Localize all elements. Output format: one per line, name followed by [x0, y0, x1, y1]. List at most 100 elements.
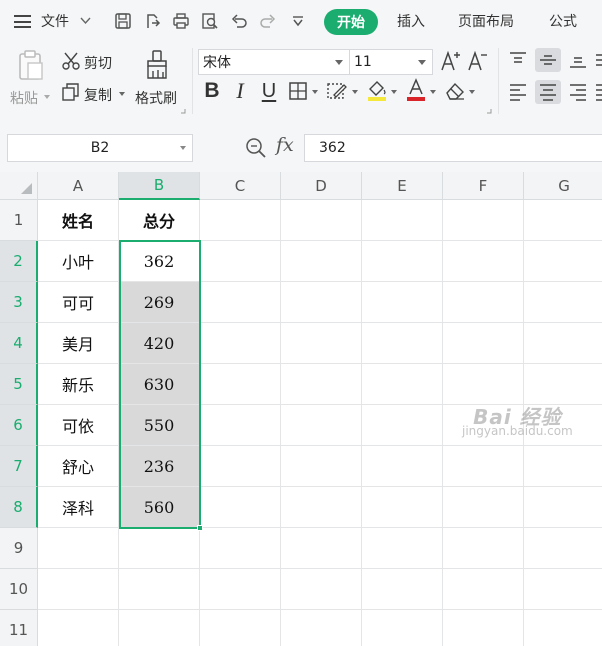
cell-a11[interactable] [38, 610, 119, 646]
font-group-launcher-icon[interactable] [486, 108, 492, 114]
format-painter-button[interactable]: 格式刷 [135, 88, 177, 108]
cell-a1[interactable]: 姓名 [38, 200, 119, 241]
cell-b1[interactable]: 总分 [119, 200, 200, 241]
cell-a10[interactable] [38, 569, 119, 610]
customize-toolbar-icon[interactable] [287, 10, 309, 32]
cell-a9[interactable] [38, 528, 119, 569]
justify-icon[interactable] [594, 80, 602, 104]
row-header-4[interactable]: 4 [0, 323, 38, 364]
font-name-select[interactable]: 宋体 [198, 49, 350, 75]
cell-a7[interactable]: 舒心 [38, 446, 119, 487]
cell-e9[interactable] [362, 528, 443, 569]
decrease-font-size-icon[interactable] [467, 49, 489, 73]
select-all-button[interactable] [0, 172, 38, 200]
align-top-icon[interactable] [506, 48, 530, 72]
cell-c3[interactable] [200, 282, 281, 323]
clear-dropdown-icon[interactable] [469, 90, 475, 94]
borders-dropdown-icon[interactable] [312, 90, 318, 94]
paste-dropdown-icon[interactable] [44, 95, 50, 99]
formula-input[interactable]: 362 [304, 134, 602, 162]
cell-e7[interactable] [362, 446, 443, 487]
align-right-icon[interactable] [566, 80, 590, 104]
cell-a3[interactable]: 可可 [38, 282, 119, 323]
cell-e10[interactable] [362, 569, 443, 610]
cell-c5[interactable] [200, 364, 281, 405]
row-header-3[interactable]: 3 [0, 282, 38, 323]
bold-button[interactable]: B [201, 79, 223, 103]
tab-home[interactable]: 开始 [324, 9, 378, 35]
cell-style-dropdown-icon[interactable] [352, 90, 358, 94]
cell-b11[interactable] [119, 610, 200, 646]
cell-f2[interactable] [443, 241, 524, 282]
cell-e11[interactable] [362, 610, 443, 646]
cell-e1[interactable] [362, 200, 443, 241]
tab-page-layout[interactable]: 页面布局 [458, 0, 514, 42]
row-header-6[interactable]: 6 [0, 405, 38, 446]
cell-g9[interactable] [524, 528, 602, 569]
file-menu-button[interactable]: 文件 [0, 0, 100, 42]
cell-d8[interactable] [281, 487, 362, 528]
cell-f11[interactable] [443, 610, 524, 646]
cell-a6[interactable]: 可依 [38, 405, 119, 446]
fill-color-icon[interactable] [366, 78, 388, 102]
cell-g11[interactable] [524, 610, 602, 646]
cell-style-icon[interactable] [326, 80, 348, 102]
font-size-select[interactable]: 11 [349, 49, 433, 75]
cell-d9[interactable] [281, 528, 362, 569]
row-header-7[interactable]: 7 [0, 446, 38, 487]
cell-b9[interactable] [119, 528, 200, 569]
zoom-icon[interactable] [245, 137, 267, 159]
cell-c2[interactable] [200, 241, 281, 282]
tab-formulas[interactable]: 公式 [549, 0, 577, 42]
cell-a5[interactable]: 新乐 [38, 364, 119, 405]
copy-dropdown-icon[interactable] [119, 92, 125, 96]
column-header-b[interactable]: B [119, 172, 200, 200]
borders-icon[interactable] [287, 80, 309, 102]
row-header-5[interactable]: 5 [0, 364, 38, 405]
cell-d6[interactable] [281, 405, 362, 446]
cell-d5[interactable] [281, 364, 362, 405]
cell-b5[interactable]: 630 [119, 364, 200, 405]
fill-handle[interactable] [197, 525, 203, 531]
cell-d2[interactable] [281, 241, 362, 282]
name-box[interactable]: B2 [7, 134, 193, 162]
cell-b2[interactable]: 362 [119, 241, 200, 282]
row-header-10[interactable]: 10 [0, 569, 38, 610]
tab-insert[interactable]: 插入 [397, 0, 425, 42]
paste-icon[interactable] [14, 48, 46, 82]
cell-f4[interactable] [443, 323, 524, 364]
column-header-g[interactable]: G [524, 172, 602, 200]
cell-c10[interactable] [200, 569, 281, 610]
cell-d4[interactable] [281, 323, 362, 364]
cell-c4[interactable] [200, 323, 281, 364]
align-center-icon[interactable] [535, 80, 561, 104]
cell-e2[interactable] [362, 241, 443, 282]
row-header-2[interactable]: 2 [0, 241, 38, 282]
row-header-1[interactable]: 1 [0, 200, 38, 241]
cell-d7[interactable] [281, 446, 362, 487]
cell-g8[interactable] [524, 487, 602, 528]
column-header-d[interactable]: D [281, 172, 362, 200]
copy-button[interactable]: 复制 [84, 85, 112, 105]
cell-d11[interactable] [281, 610, 362, 646]
fill-color-dropdown-icon[interactable] [391, 90, 397, 94]
cell-b4[interactable]: 420 [119, 323, 200, 364]
cell-g7[interactable] [524, 446, 602, 487]
cell-e8[interactable] [362, 487, 443, 528]
cell-c9[interactable] [200, 528, 281, 569]
cell-b7[interactable]: 236 [119, 446, 200, 487]
row-header-9[interactable]: 9 [0, 528, 38, 569]
paste-button[interactable]: 粘贴 [10, 88, 38, 108]
cell-c6[interactable] [200, 405, 281, 446]
cell-g4[interactable] [524, 323, 602, 364]
cell-d1[interactable] [281, 200, 362, 241]
insert-function-button[interactable]: fx [276, 134, 294, 156]
wrap-text-icon[interactable] [594, 48, 602, 72]
cell-f5[interactable] [443, 364, 524, 405]
cell-c1[interactable] [200, 200, 281, 241]
undo-icon[interactable] [228, 10, 250, 32]
clipboard-group-launcher-icon[interactable] [180, 108, 186, 114]
font-color-dropdown-icon[interactable] [430, 90, 436, 94]
underline-button[interactable]: U [257, 78, 281, 104]
clear-formatting-icon[interactable] [444, 80, 466, 102]
